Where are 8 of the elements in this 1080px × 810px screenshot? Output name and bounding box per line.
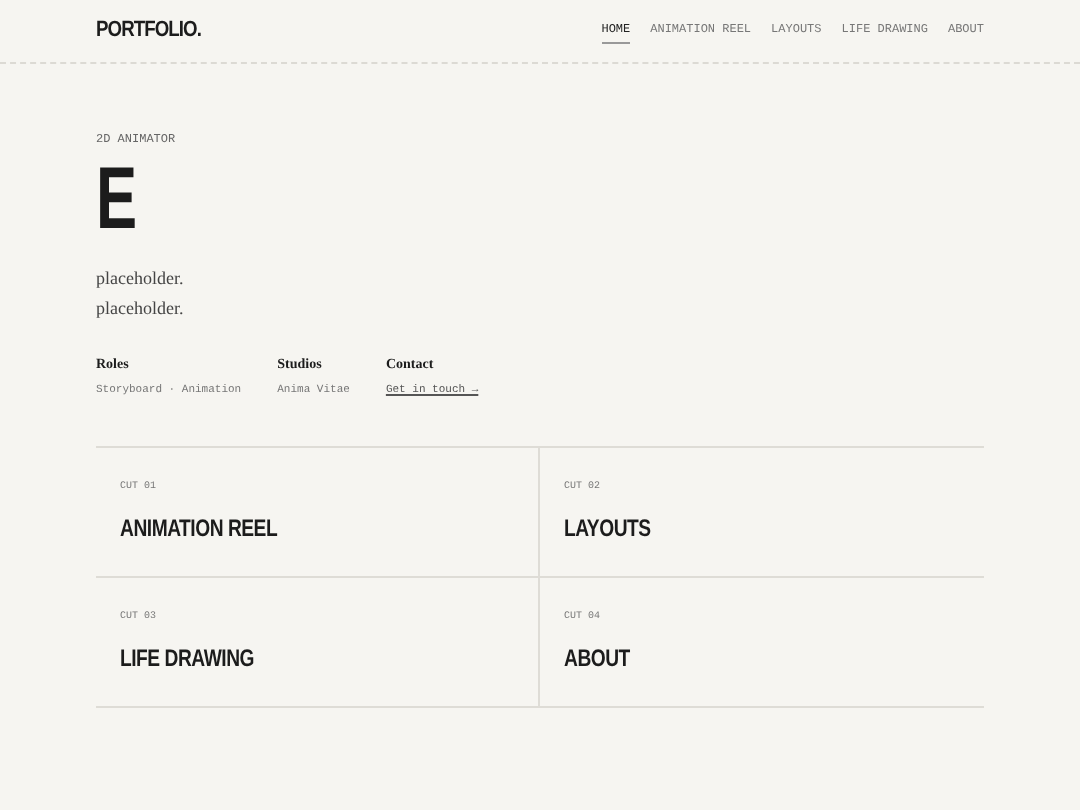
cut-title: ABOUT [564,642,632,677]
intro-line: placeholder. [96,268,186,290]
site-logo[interactable]: PORTFOLIO. [96,14,201,48]
cut-title: LAYOUTS [564,512,653,547]
hero-title: E [96,156,138,244]
cut-title: ANIMATION REEL [120,512,280,547]
cut-title: LIFE DRAWING [120,642,256,677]
intro-line: placeholder. [96,298,186,320]
